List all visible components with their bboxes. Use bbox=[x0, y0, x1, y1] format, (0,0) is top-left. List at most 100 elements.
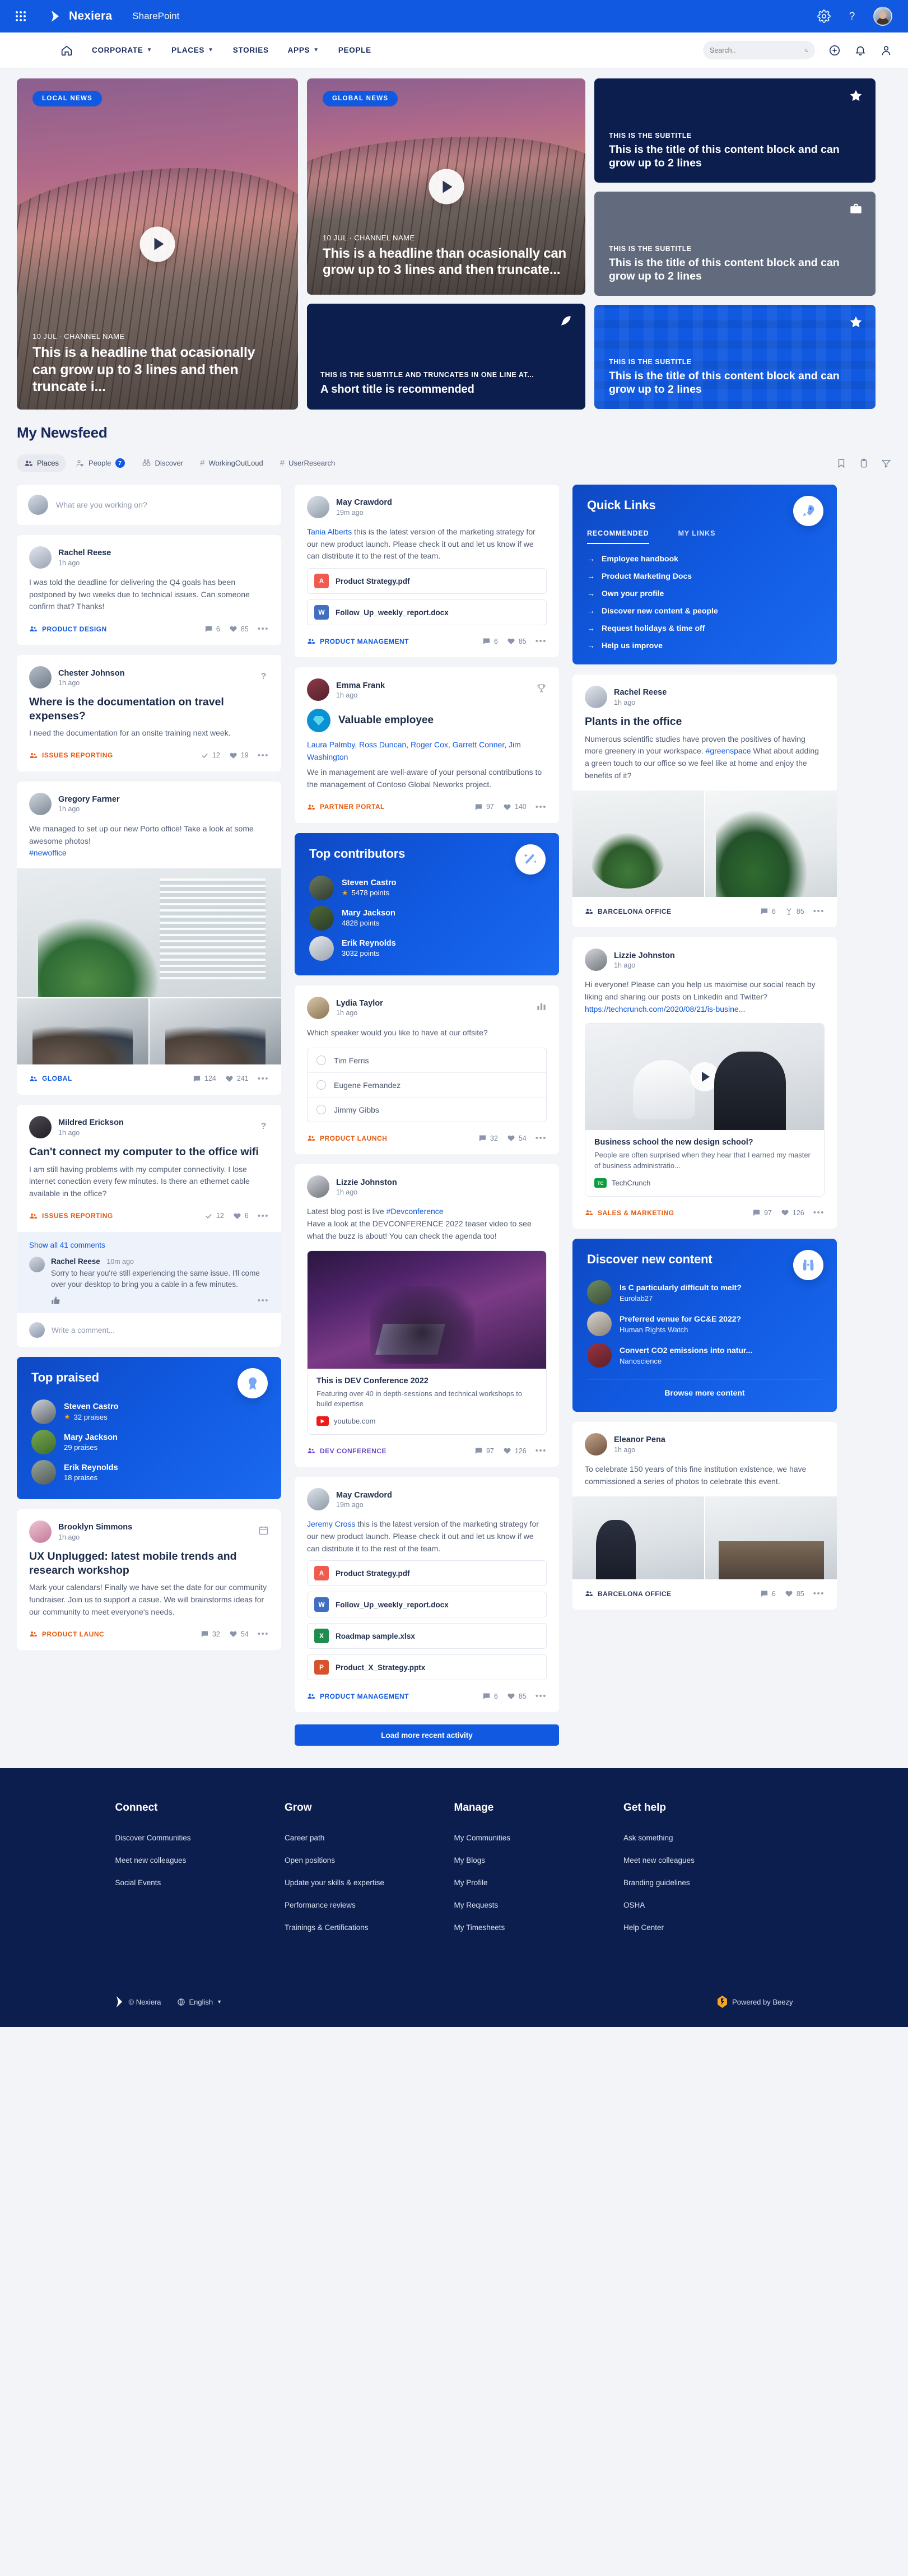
post-card[interactable]: Lizzie Johnston 1h ago Latest blog post … bbox=[295, 1164, 559, 1467]
comment-count[interactable]: 6 bbox=[760, 907, 776, 915]
footer-link[interactable]: Ask something bbox=[623, 1834, 673, 1842]
search-input[interactable] bbox=[710, 46, 800, 54]
answer-count[interactable]: 12 bbox=[201, 751, 220, 760]
footer-link[interactable]: Performance reviews bbox=[285, 1901, 356, 1909]
list-item[interactable]: Erik Reynolds 3032 points bbox=[309, 936, 544, 961]
post-channel[interactable]: BARCELONA OFFICE bbox=[585, 1589, 672, 1598]
list-item[interactable]: Steven Castro ★ 32 praises bbox=[31, 1399, 267, 1425]
file-attachment[interactable]: W Follow_Up_weekly_report.docx bbox=[307, 1592, 547, 1618]
post-channel[interactable]: DEV CONFERENCE bbox=[307, 1447, 387, 1455]
comment-count[interactable]: 6 bbox=[482, 637, 498, 645]
footer-link[interactable]: Open positions bbox=[285, 1856, 335, 1864]
file-attachment[interactable]: P Product_X_Strategy.pptx bbox=[307, 1654, 547, 1681]
more-options-icon[interactable]: ••• bbox=[258, 751, 269, 760]
post-image[interactable] bbox=[17, 998, 148, 1064]
radio-button[interactable] bbox=[316, 1055, 326, 1066]
user-avatar[interactable] bbox=[873, 7, 892, 26]
post-channel[interactable]: ISSUES REPORTING bbox=[29, 751, 113, 760]
post-image[interactable] bbox=[572, 791, 704, 898]
footer-link[interactable]: Meet new colleagues bbox=[115, 1856, 187, 1864]
post-channel[interactable]: BARCELONA OFFICE bbox=[585, 907, 672, 915]
post-channel[interactable]: ISSUES REPORTING bbox=[29, 1212, 113, 1220]
post-channel[interactable]: PRODUCT MANAGEMENT bbox=[307, 1692, 409, 1700]
more-options-icon[interactable]: ••• bbox=[258, 1074, 269, 1084]
like-count[interactable]: 126 bbox=[503, 1447, 527, 1455]
post-image[interactable] bbox=[17, 868, 281, 997]
content-block-3[interactable]: THIS IS THE SUBTITLE This is the title o… bbox=[594, 305, 876, 409]
add-icon[interactable] bbox=[828, 44, 841, 57]
play-button[interactable] bbox=[690, 1062, 719, 1092]
comment-count[interactable]: 32 bbox=[201, 1630, 220, 1638]
more-options-icon[interactable]: ••• bbox=[258, 624, 269, 634]
file-attachment[interactable]: A Product Strategy.pdf bbox=[307, 1560, 547, 1587]
post-image[interactable] bbox=[705, 1496, 837, 1580]
post-mention[interactable]: Jeremy Cross bbox=[307, 1519, 355, 1528]
poll-option[interactable]: Jimmy Gibbs bbox=[308, 1097, 546, 1122]
like-count[interactable]: 85 bbox=[507, 637, 527, 645]
list-item[interactable]: Steven Castro ★ 5478 points bbox=[309, 875, 544, 900]
footer-link[interactable]: Discover Communities bbox=[115, 1834, 191, 1842]
footer-link[interactable]: OSHA bbox=[623, 1901, 645, 1909]
footer-link[interactable]: My Timesheets bbox=[454, 1923, 505, 1932]
vote-count[interactable]: 32 bbox=[478, 1134, 498, 1142]
post-image[interactable] bbox=[572, 1496, 704, 1580]
list-item[interactable]: Is C particularly difficult to melt? Eur… bbox=[587, 1280, 822, 1305]
post-card[interactable]: May Crawdord 19m ago Jeremy Cross this i… bbox=[295, 1477, 559, 1713]
comment-count[interactable]: 97 bbox=[752, 1208, 772, 1217]
poll-option[interactable]: Eugene Fernandez bbox=[308, 1072, 546, 1097]
file-attachment[interactable]: A Product Strategy.pdf bbox=[307, 568, 547, 594]
post-card[interactable]: Chester Johnson 1h ago ? Where is the do… bbox=[17, 655, 281, 771]
nav-item-apps[interactable]: APPS ▼ bbox=[288, 46, 319, 54]
filter-chip-userresearch[interactable]: # UserResearch bbox=[273, 454, 342, 472]
more-options-icon[interactable]: ••• bbox=[536, 1446, 547, 1456]
list-item[interactable]: Convert CO2 emissions into natur... Nano… bbox=[587, 1342, 822, 1368]
more-options-icon[interactable]: ••• bbox=[813, 1589, 825, 1598]
nav-item-people[interactable]: PEOPLE bbox=[338, 46, 371, 54]
more-options-icon[interactable]: ••• bbox=[536, 636, 547, 646]
filter-chip-discover[interactable]: Discover bbox=[134, 454, 191, 472]
post-hashtag[interactable]: #greenspace bbox=[706, 746, 751, 755]
comment-count[interactable]: 124 bbox=[193, 1075, 216, 1083]
tab-my-links[interactable]: MY LINKS bbox=[678, 529, 716, 544]
like-count[interactable]: 85 bbox=[229, 625, 249, 633]
post-channel[interactable]: GLOBAL bbox=[29, 1075, 72, 1083]
post-card[interactable]: Brooklyn Simmons 1h ago UX Unplugged: la… bbox=[17, 1509, 281, 1650]
post-card[interactable]: Emma Frank 1h ago Valuable employee Laur… bbox=[295, 667, 559, 823]
waffle-icon[interactable] bbox=[16, 11, 26, 21]
footer-link[interactable]: Update your skills & expertise bbox=[285, 1878, 384, 1887]
post-card[interactable]: Mildred Erickson 1h ago ? Can't connect … bbox=[17, 1104, 281, 1347]
list-item[interactable]: Erik Reynolds 18 praises bbox=[31, 1460, 267, 1485]
like-count[interactable]: 85 bbox=[785, 907, 804, 915]
nav-item-stories[interactable]: STORIES bbox=[233, 46, 269, 54]
nav-item-places[interactable]: PLACES ▼ bbox=[171, 46, 214, 54]
post-card[interactable]: Lizzie Johnston 1h ago Hi everyone! Plea… bbox=[572, 937, 837, 1229]
post-hashtag[interactable]: #Devconference bbox=[387, 1207, 444, 1216]
post-image[interactable] bbox=[150, 998, 281, 1064]
link-preview[interactable]: Business school the new design school? P… bbox=[585, 1023, 825, 1197]
post-hashtag[interactable]: #newoffice bbox=[29, 848, 67, 857]
help-icon[interactable]: ? bbox=[845, 10, 859, 23]
write-comment-row[interactable]: Write a comment... bbox=[17, 1313, 281, 1347]
nav-item-corporate[interactable]: CORPORATE ▼ bbox=[92, 46, 152, 54]
post-channel[interactable]: SALES & MARKETING bbox=[585, 1208, 674, 1217]
link-preview[interactable]: This is DEV Conference 2022 Featuring ov… bbox=[307, 1250, 547, 1435]
quick-link-item[interactable]: → Request holidays & time off bbox=[587, 624, 822, 633]
more-options-icon[interactable]: ••• bbox=[536, 1691, 547, 1701]
thumbs-up-icon[interactable] bbox=[51, 1296, 60, 1305]
like-count[interactable]: 19 bbox=[229, 751, 249, 760]
like-count[interactable]: 126 bbox=[781, 1208, 804, 1217]
answer-count[interactable]: 12 bbox=[204, 1212, 224, 1220]
post-card[interactable]: Rachel Reese 1h ago I was told the deadl… bbox=[17, 535, 281, 645]
post-card[interactable]: Eleanor Pena 1h ago To celebrate 150 yea… bbox=[572, 1421, 837, 1610]
poll-card[interactable]: Lydia Taylor 1h ago Which speaker would … bbox=[295, 985, 559, 1155]
post-channel[interactable]: PARTNER PORTAL bbox=[307, 803, 385, 811]
quick-link-item[interactable]: → Employee handbook bbox=[587, 554, 822, 563]
post-image[interactable] bbox=[705, 791, 837, 898]
play-button[interactable] bbox=[139, 226, 175, 262]
footer-link[interactable]: Trainings & Certifications bbox=[285, 1923, 369, 1932]
quick-link-item[interactable]: → Own your profile bbox=[587, 589, 822, 598]
load-more-button[interactable]: Load more recent activity bbox=[295, 1724, 559, 1746]
file-attachment[interactable]: W Follow_Up_weekly_report.docx bbox=[307, 599, 547, 626]
play-button[interactable] bbox=[429, 169, 464, 204]
filter-icon[interactable] bbox=[881, 458, 891, 468]
